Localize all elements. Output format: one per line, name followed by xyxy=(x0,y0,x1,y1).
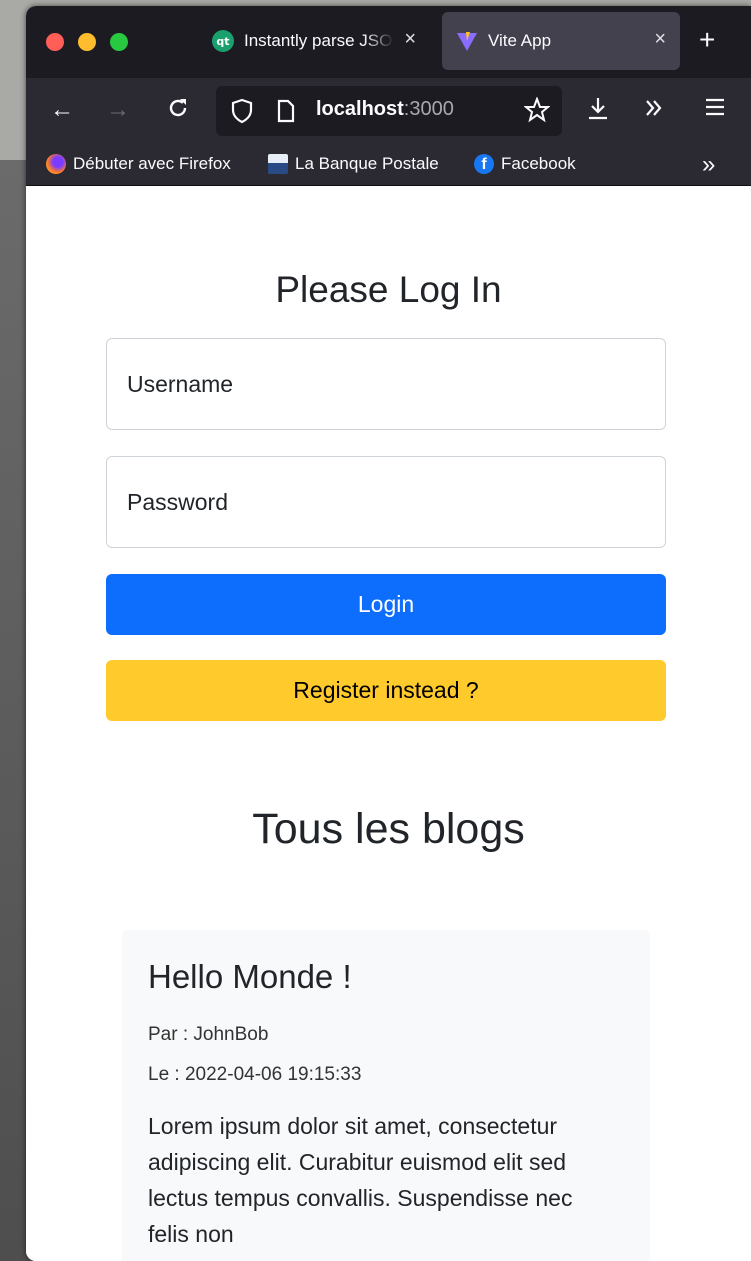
svg-text:qt: qt xyxy=(216,35,229,48)
login-title: Please Log In xyxy=(275,269,502,310)
menu-hamburger-icon[interactable] xyxy=(704,96,726,125)
navigation-bar: ← → localhost:3000 xyxy=(26,78,751,144)
tab-strip: qt Instantly parse JSON × Vite App × + xyxy=(26,6,751,78)
bookmark-debuter-avec-firefox[interactable]: Débuter avec Firefox xyxy=(46,154,231,174)
blog-date: Le : 2022-04-06 19:15:33 xyxy=(148,1064,362,1085)
url-host: localhost xyxy=(316,98,404,120)
login-button[interactable]: Login xyxy=(106,574,666,635)
banque-postale-icon xyxy=(268,154,288,174)
tab-vite-app[interactable]: Vite App × xyxy=(442,12,680,70)
close-tab-icon[interactable]: × xyxy=(654,28,666,51)
close-tab-icon[interactable]: × xyxy=(404,28,416,51)
facebook-icon: f xyxy=(474,154,494,174)
zoom-window-button[interactable] xyxy=(110,33,128,51)
blog-title: Hello Monde ! xyxy=(148,958,352,995)
reload-icon[interactable] xyxy=(166,96,190,127)
bookmark-label: Débuter avec Firefox xyxy=(73,154,231,173)
vite-icon xyxy=(456,30,478,52)
bookmark-label: La Banque Postale xyxy=(295,154,439,173)
extensions-overflow-icon[interactable] xyxy=(642,96,666,127)
minimize-window-button[interactable] xyxy=(78,33,96,51)
url-text: localhost:3000 xyxy=(316,98,454,121)
page-content: Please Log In Username Password Login Re… xyxy=(26,187,751,1261)
password-input[interactable]: Password xyxy=(106,456,666,548)
shield-icon[interactable] xyxy=(230,98,254,129)
username-placeholder: Username xyxy=(127,371,234,397)
back-arrow-icon[interactable]: ← xyxy=(50,96,74,124)
page-icon[interactable] xyxy=(276,99,296,128)
close-window-button[interactable] xyxy=(46,33,64,51)
tab-instantly-parse-json[interactable]: qt Instantly parse JSON × xyxy=(200,12,428,70)
bookmarks-toolbar: Débuter avec Firefox La Banque Postale f… xyxy=(26,144,751,186)
new-tab-button[interactable]: + xyxy=(699,26,715,54)
register-button[interactable]: Register instead ? xyxy=(106,660,666,721)
password-placeholder: Password xyxy=(127,489,228,515)
tab-title: Vite App xyxy=(488,31,552,50)
bookmark-facebook[interactable]: f Facebook xyxy=(474,154,576,174)
url-bar[interactable]: localhost:3000 xyxy=(216,86,562,136)
bookmark-label: Facebook xyxy=(501,154,576,173)
browser-window: qt Instantly parse JSON × Vite App × + ←… xyxy=(26,6,751,1261)
qt-icon: qt xyxy=(212,30,234,52)
blog-card: Hello Monde ! Par : JohnBob Le : 2022-04… xyxy=(122,930,650,1261)
blog-body: Lorem ipsum dolor sit amet, consectetur … xyxy=(148,1113,573,1247)
blogs-heading: Tous les blogs xyxy=(252,805,525,853)
firefox-icon xyxy=(46,154,66,174)
bookmark-la-banque-postale[interactable]: La Banque Postale xyxy=(268,154,439,174)
blog-author: Par : JohnBob xyxy=(148,1024,269,1045)
bookmark-star-icon[interactable] xyxy=(523,96,551,128)
forward-arrow-icon[interactable]: → xyxy=(106,96,130,124)
bookmarks-overflow-icon[interactable]: » xyxy=(702,151,715,179)
tab-title: Instantly parse JSON xyxy=(244,31,394,50)
url-port: :3000 xyxy=(403,98,454,120)
username-input[interactable]: Username xyxy=(106,338,666,430)
download-icon[interactable] xyxy=(586,96,610,129)
